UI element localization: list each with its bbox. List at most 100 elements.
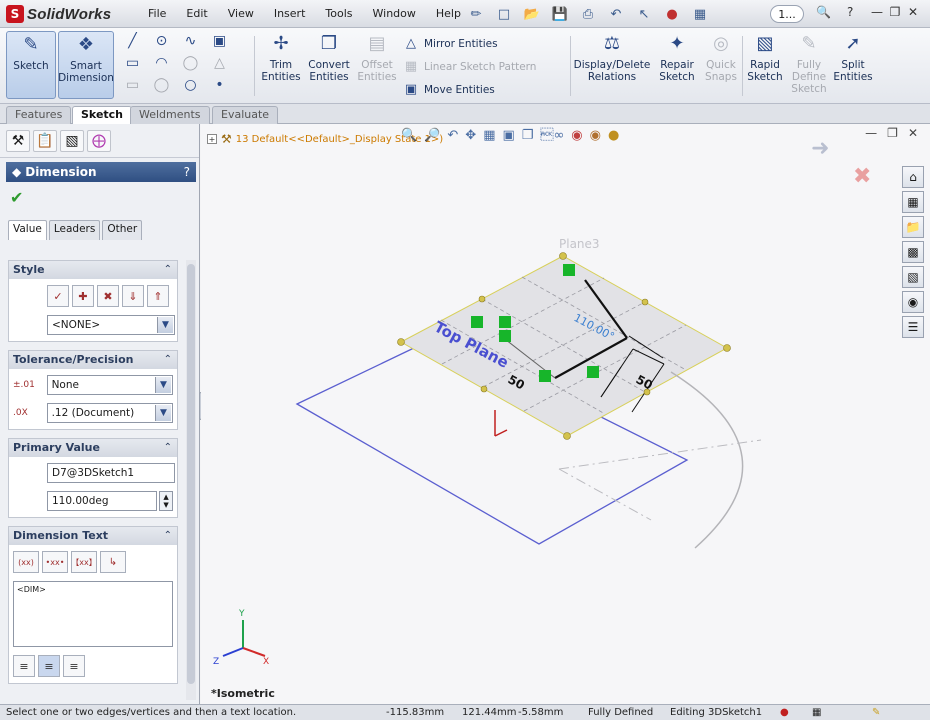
save-style-icon[interactable]: ⇓ [122,285,144,307]
restore-icon[interactable]: ❐ [886,5,904,19]
offset-text-button[interactable]: ↳ [100,551,126,573]
ok-check-icon[interactable]: ✔ [10,188,23,207]
slot-icon[interactable]: ▭ [118,76,147,94]
scrollbar-thumb[interactable] [187,264,195,684]
configuration-manager-icon[interactable]: ▧ [60,129,84,152]
precision-select[interactable]: .12 (Document) ▼ [46,403,173,423]
dimension-text-area[interactable]: <DIM> [13,581,173,647]
style-select[interactable]: <NONE> ▼ [47,315,175,335]
add-style-icon[interactable]: ✚ [72,285,94,307]
plane3-label[interactable]: Plane3 [559,237,600,251]
relation-marker[interactable] [563,264,575,276]
minimize-icon[interactable]: — [868,5,886,19]
align-left-icon[interactable]: ≡ [13,655,35,677]
split-entities-button[interactable]: ➚ Split Entities [828,31,878,99]
sketch-arc[interactable] [670,371,744,549]
style-header[interactable]: Style ⌃ [9,261,177,279]
parentheses-button[interactable]: (xx) [13,551,39,573]
display-delete-relations-button[interactable]: ⚖ Display/Delete Relations [574,31,651,99]
menu-help[interactable]: Help [436,7,461,20]
print-icon[interactable]: ⎙ [578,4,598,24]
point-icon[interactable]: • [205,76,234,94]
smart-dimension-button[interactable]: ❖ Smart Dimension [58,31,114,99]
help-icon[interactable]: ? [847,5,853,19]
menu-window[interactable]: Window [373,7,416,20]
quick-snaps-button[interactable]: ◎ Quick Snaps [696,31,746,99]
sketch-button[interactable]: ✎ Sketch [6,31,56,99]
search-field[interactable]: 1... [770,5,804,23]
search-icon[interactable]: 🔍 [816,5,831,19]
construction-line[interactable] [558,468,652,521]
load-style-icon[interactable]: ⇑ [147,285,169,307]
fully-define-sketch-button[interactable]: ✎ Fully Define Sketch [784,31,834,99]
ellipse-icon[interactable]: ○ [176,76,205,94]
sketch-chamfer-icon[interactable]: ▣ [205,32,234,50]
file-explorer-icon[interactable]: 📁 [902,216,924,238]
pin-icon[interactable]: ✏ [466,4,486,24]
menu-view[interactable]: View [228,7,254,20]
mirror-entities-button[interactable]: △ Mirror Entities [402,36,498,51]
spline-icon[interactable]: ∿ [176,32,205,50]
trim-entities-button[interactable]: ✢ Trim Entities [256,31,306,99]
convert-entities-button[interactable]: ❐ Convert Entities [304,31,354,99]
collapse-icon[interactable]: ⌃ [164,439,172,457]
tab-evaluate[interactable]: Evaluate [212,106,279,124]
tab-weldments[interactable]: Weldments [130,106,210,124]
subtab-value[interactable]: Value [8,220,47,240]
dimension-value-field[interactable]: 110.00deg [47,491,158,511]
rapid-sketch-button[interactable]: ▧ Rapid Sketch [740,31,790,99]
align-right-icon[interactable]: ≡ [63,655,85,677]
feature-manager-icon[interactable]: ⚒ [6,129,30,152]
quick-tips-icon[interactable]: ✎ [872,707,880,718]
offset-entities-button[interactable]: ▤ Offset Entities [352,31,402,99]
apply-default-style-icon[interactable]: ✓ [47,285,69,307]
solidworks-resources-icon[interactable]: ⌂ [902,166,924,188]
subtab-other[interactable]: Other [102,220,143,240]
model-view[interactable]: Plane3 Top Plane 110.00° 50 50 Y X Z [201,124,930,704]
appearances-icon[interactable]: ◉ [902,291,924,313]
relation-marker[interactable] [499,316,511,328]
dimension-text-header[interactable]: Dimension Text ⌃ [9,527,177,545]
tolerance-type-select[interactable]: None ▼ [46,375,173,395]
relation-marker[interactable] [471,316,483,328]
rectangle-icon[interactable]: ▭ [118,54,147,72]
design-library-icon[interactable]: ▦ [902,191,924,213]
primary-value-header[interactable]: Primary Value ⌃ [9,439,177,457]
menu-file[interactable]: File [148,7,166,20]
value-spinner[interactable]: ▲ ▼ [159,491,173,511]
collapse-icon[interactable]: ⌃ [164,527,172,545]
tolerance-header[interactable]: Tolerance/Precision ⌃ [9,351,177,369]
move-entities-button[interactable]: ▣ Move Entities [402,82,495,97]
menu-tools[interactable]: Tools [325,7,352,20]
align-center-icon[interactable]: ≡ [38,655,60,677]
menu-edit[interactable]: Edit [186,7,207,20]
custom-properties-icon[interactable]: ☰ [902,316,924,338]
dimxpert-icon[interactable]: ⨁ [87,129,111,152]
units-icon[interactable]: ▦ [812,707,821,718]
relation-marker[interactable] [499,330,511,342]
spin-down-icon[interactable]: ▼ [163,501,168,509]
menu-insert[interactable]: Insert [274,7,306,20]
arc-icon[interactable]: ◠ [147,54,176,72]
graphics-area[interactable]: + ⚒ 13 Default<<Default>_Display State 1… [201,124,930,704]
close-icon[interactable]: ✕ [904,5,922,19]
line-icon[interactable]: ╱ [118,32,147,50]
rebuild-icon[interactable]: ● [780,707,789,718]
relation-marker[interactable] [539,370,551,382]
solidworks-logo[interactable]: S SolidWorks [6,4,111,24]
polygon-icon[interactable]: ◯ [147,76,176,94]
linear-sketch-pattern-button[interactable]: ▦ Linear Sketch Pattern [402,59,537,74]
open-folder-icon[interactable]: 📂 [522,4,542,24]
view-palette-icon[interactable]: ▩ [902,241,924,263]
construction-line[interactable] [558,439,762,470]
sketch-fillet-icon[interactable]: ◯ [176,54,205,72]
options-icon[interactable]: ▦ [690,4,710,24]
inspection-dimension-button[interactable]: 【xx】 [71,551,97,573]
tab-features[interactable]: Features [6,106,72,124]
repair-sketch-button[interactable]: ✦ Repair Sketch [652,31,702,99]
relation-marker[interactable] [587,366,599,378]
rebuild-traffic-light-icon[interactable]: ● [662,4,682,24]
select-arrow-icon[interactable]: ↖ [634,4,654,24]
save-icon[interactable]: 💾 [550,4,570,24]
spin-up-icon[interactable]: ▲ [163,493,168,501]
